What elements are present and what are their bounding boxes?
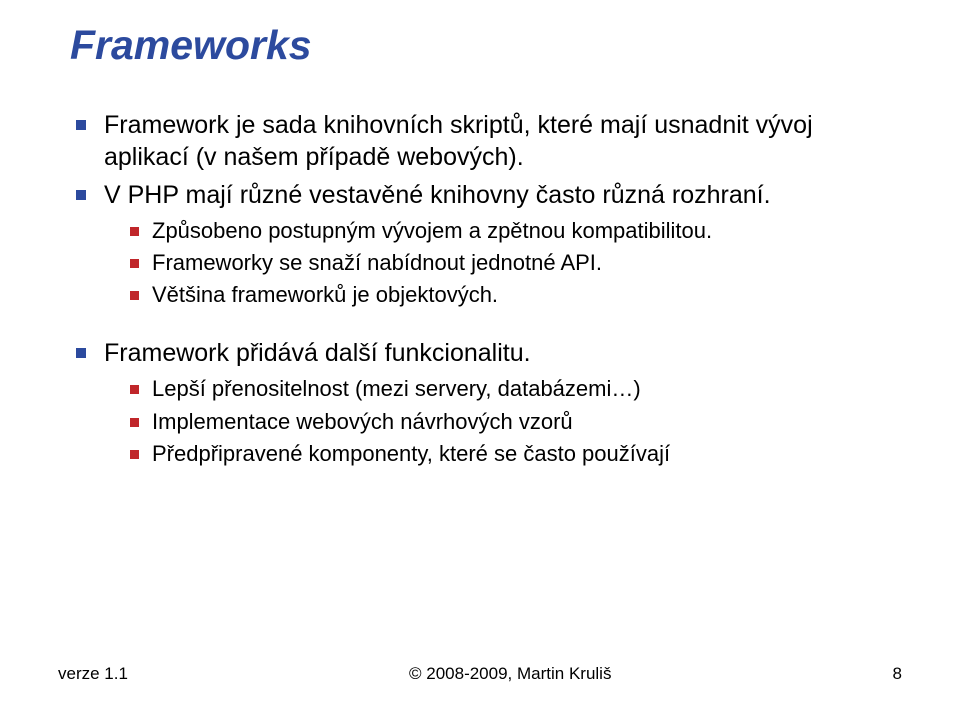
slide-title: Frameworks — [70, 22, 890, 69]
footer-copyright: © 2008-2009, Martin Kruliš — [409, 664, 611, 684]
sub-bullet-text: Předpřipravené komponenty, které se čast… — [152, 441, 670, 466]
bullet-list: Framework je sada knihovních skriptů, kt… — [74, 109, 890, 309]
footer-page-number: 8 — [893, 664, 902, 684]
sub-bullet-text: Lepší přenositelnost (mezi servery, data… — [152, 376, 641, 401]
bullet-item: Framework je sada knihovních skriptů, kt… — [74, 109, 890, 173]
sub-bullet-item: Lepší přenositelnost (mezi servery, data… — [128, 375, 890, 403]
sub-bullet-text: Frameworky se snaží nabídnout jednotné A… — [152, 250, 602, 275]
footer: verze 1.1 © 2008-2009, Martin Kruliš 8 — [0, 664, 960, 684]
sub-bullet-item: Předpřipravené komponenty, které se čast… — [128, 440, 890, 468]
sub-bullet-list: Způsobeno postupným vývojem a zpětnou ko… — [128, 217, 890, 309]
bullet-item: Framework přidává další funkcionalitu. L… — [74, 337, 890, 467]
sub-bullet-text: Implementace webových návrhových vzorů — [152, 409, 573, 434]
spacer — [70, 315, 890, 337]
bullet-text: Framework je sada knihovních skriptů, kt… — [104, 111, 813, 171]
sub-bullet-item: Většina frameworků je objektových. — [128, 281, 890, 309]
bullet-text: V PHP mají různé vestavěné knihovny čast… — [104, 181, 771, 209]
sub-bullet-text: Většina frameworků je objektových. — [152, 282, 498, 307]
sub-bullet-text: Způsobeno postupným vývojem a zpětnou ko… — [152, 218, 712, 243]
sub-bullet-list: Lepší přenositelnost (mezi servery, data… — [128, 375, 890, 467]
sub-bullet-item: Implementace webových návrhových vzorů — [128, 408, 890, 436]
bullet-list: Framework přidává další funkcionalitu. L… — [74, 337, 890, 467]
bullet-item: V PHP mají různé vestavěné knihovny čast… — [74, 179, 890, 309]
bullet-text: Framework přidává další funkcionalitu. — [104, 339, 531, 367]
sub-bullet-item: Způsobeno postupným vývojem a zpětnou ko… — [128, 217, 890, 245]
footer-version: verze 1.1 — [58, 664, 128, 684]
slide: Frameworks Framework je sada knihovních … — [0, 0, 960, 706]
sub-bullet-item: Frameworky se snaží nabídnout jednotné A… — [128, 249, 890, 277]
